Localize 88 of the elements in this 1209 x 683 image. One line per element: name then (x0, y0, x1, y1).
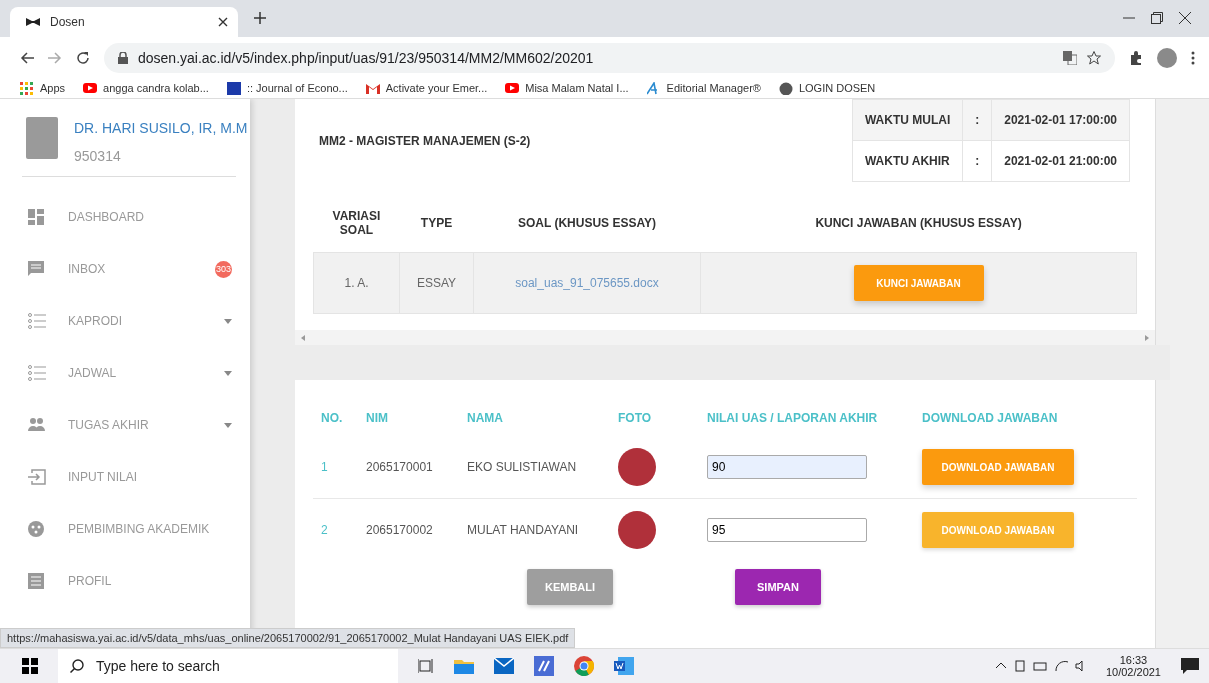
windows-icon[interactable] (22, 658, 38, 674)
column-header: SOAL (KHUSUS ESSAY) (473, 194, 701, 253)
student-photo-placeholder (618, 511, 656, 549)
slash-app-icon[interactable] (534, 656, 554, 676)
plus-icon[interactable] (254, 12, 266, 24)
word-icon[interactable] (614, 657, 634, 675)
star-icon[interactable] (1087, 50, 1101, 65)
play-icon (83, 81, 98, 95)
close-icon[interactable] (1179, 12, 1191, 24)
table-cell: EKO SULISTIAWAN (459, 436, 610, 499)
column-header: NO. (320, 410, 344, 427)
back-icon[interactable] (20, 51, 34, 64)
address-bar[interactable]: dosen.yai.ac.id/v5/index.php/input/uas/91/23/950314/MM2/MM602/20201 (104, 42, 1115, 73)
people-icon (28, 417, 46, 433)
bookmark-link[interactable]: LOGIN DOSEN (778, 81, 876, 95)
program-title: MM2 - MAGISTER MANAJEMEN (S-2) (319, 133, 531, 148)
table-cell: ESSAY (399, 252, 474, 314)
bookmark-link[interactable]: :: Journal of Econo... (226, 81, 348, 95)
student-photo-placeholder (618, 448, 656, 486)
time-label: WAKTU AKHIR (852, 140, 963, 182)
scroll-left-icon (301, 334, 305, 341)
palette-icon (28, 521, 46, 537)
input-icon (28, 469, 46, 485)
separator-text: : (962, 99, 992, 141)
search-icon (70, 659, 84, 673)
scroll-right-icon (1145, 334, 1149, 341)
bookmark-link[interactable]: Editorial Manager® (646, 81, 761, 95)
status-url-tooltip: https://mahasiswa.yai.ac.id/v5/data_mhs/uas_online/2065170002/91_2065170002_Mulat Handayani UAS EIEK.pdf (0, 628, 576, 648)
table-cell: 1. A. (313, 252, 400, 314)
profile-photo-placeholder (26, 117, 58, 159)
score-input[interactable]: 90 (707, 455, 867, 479)
column-header: KUNCI JAWABAN (KHUSUS ESSAY) (700, 194, 1137, 253)
close-icon[interactable] (218, 17, 228, 27)
taskbar-search-field[interactable]: Type here to search (58, 649, 398, 683)
clock-time[interactable]: 16:33 (1105, 654, 1161, 666)
row-number: 2 (313, 498, 358, 561)
separator-text: : (962, 140, 992, 182)
bookmark-link[interactable]: Misa Malam Natal I... (505, 81, 629, 95)
reload-icon[interactable] (76, 50, 90, 65)
column-header: TYPE (399, 194, 474, 253)
column-header: NIM (365, 410, 389, 427)
row-number: 1 (313, 436, 358, 499)
clock-date[interactable]: 10/02/2021 (1105, 666, 1161, 678)
vertical-scrollbar[interactable] (1155, 380, 1170, 648)
user-id: 950314 (74, 148, 122, 164)
time-value: 2021-02-01 17:00:00 (991, 99, 1130, 141)
table-cell: 2065170002 (358, 498, 459, 561)
save-button[interactable]: SIMPAN (735, 569, 821, 605)
play-icon (505, 81, 520, 95)
mail-icon[interactable] (494, 658, 514, 674)
page-scrollbar[interactable] (1170, 99, 1209, 648)
restore-icon[interactable] (1151, 12, 1163, 24)
folder-icon[interactable] (454, 658, 474, 674)
dashboard-icon (28, 209, 46, 225)
score-input[interactable]: 95 (707, 518, 867, 542)
notification-icon[interactable] (1181, 658, 1199, 674)
mail-icon (365, 81, 380, 95)
task-view-icon[interactable] (418, 659, 434, 673)
more-icon[interactable] (1191, 50, 1195, 65)
tray-icons-drawing[interactable] (995, 659, 1086, 673)
browser-tab[interactable]: Dosen (10, 7, 238, 37)
user-name[interactable]: DR. HARI SUSILO, IR, M.M (74, 120, 248, 136)
chrome-icon[interactable] (574, 656, 594, 676)
count-badge: 303 (215, 260, 232, 278)
column-header: VARIASI SOAL (313, 194, 400, 253)
puzzle-icon[interactable] (1129, 50, 1143, 65)
avatar-icon[interactable] (1157, 47, 1177, 68)
lock-icon (118, 51, 128, 64)
chat-icon (28, 261, 46, 277)
bookmark-link[interactable]: Activate your Emer... (365, 81, 488, 95)
vertical-scrollbar[interactable] (1155, 99, 1170, 345)
bookmark-link[interactable]: Apps (20, 81, 66, 95)
bookmark-link[interactable]: angga candra kolab... (83, 81, 209, 95)
horizontal-scrollbar[interactable] (295, 330, 1155, 345)
column-header: NAMA (466, 410, 504, 427)
apps-grid-icon (20, 81, 34, 95)
column-header: DOWNLOAD JAWABAN (921, 410, 1059, 427)
column-header: FOTO (617, 410, 653, 427)
list-icon (28, 313, 46, 329)
profile-icon (28, 573, 46, 589)
translate-icon[interactable] (1063, 50, 1077, 65)
mask-icon (26, 18, 40, 26)
time-value: 2021-02-01 21:00:00 (991, 140, 1130, 182)
table-cell: 2065170001 (358, 436, 459, 499)
time-label: WAKTU MULAI (852, 99, 963, 141)
list-icon (28, 365, 46, 381)
table-cell: MULAT HANDAYANI (459, 498, 610, 561)
column-header: NILAI UAS / LAPORAN AKHIR (706, 410, 879, 427)
